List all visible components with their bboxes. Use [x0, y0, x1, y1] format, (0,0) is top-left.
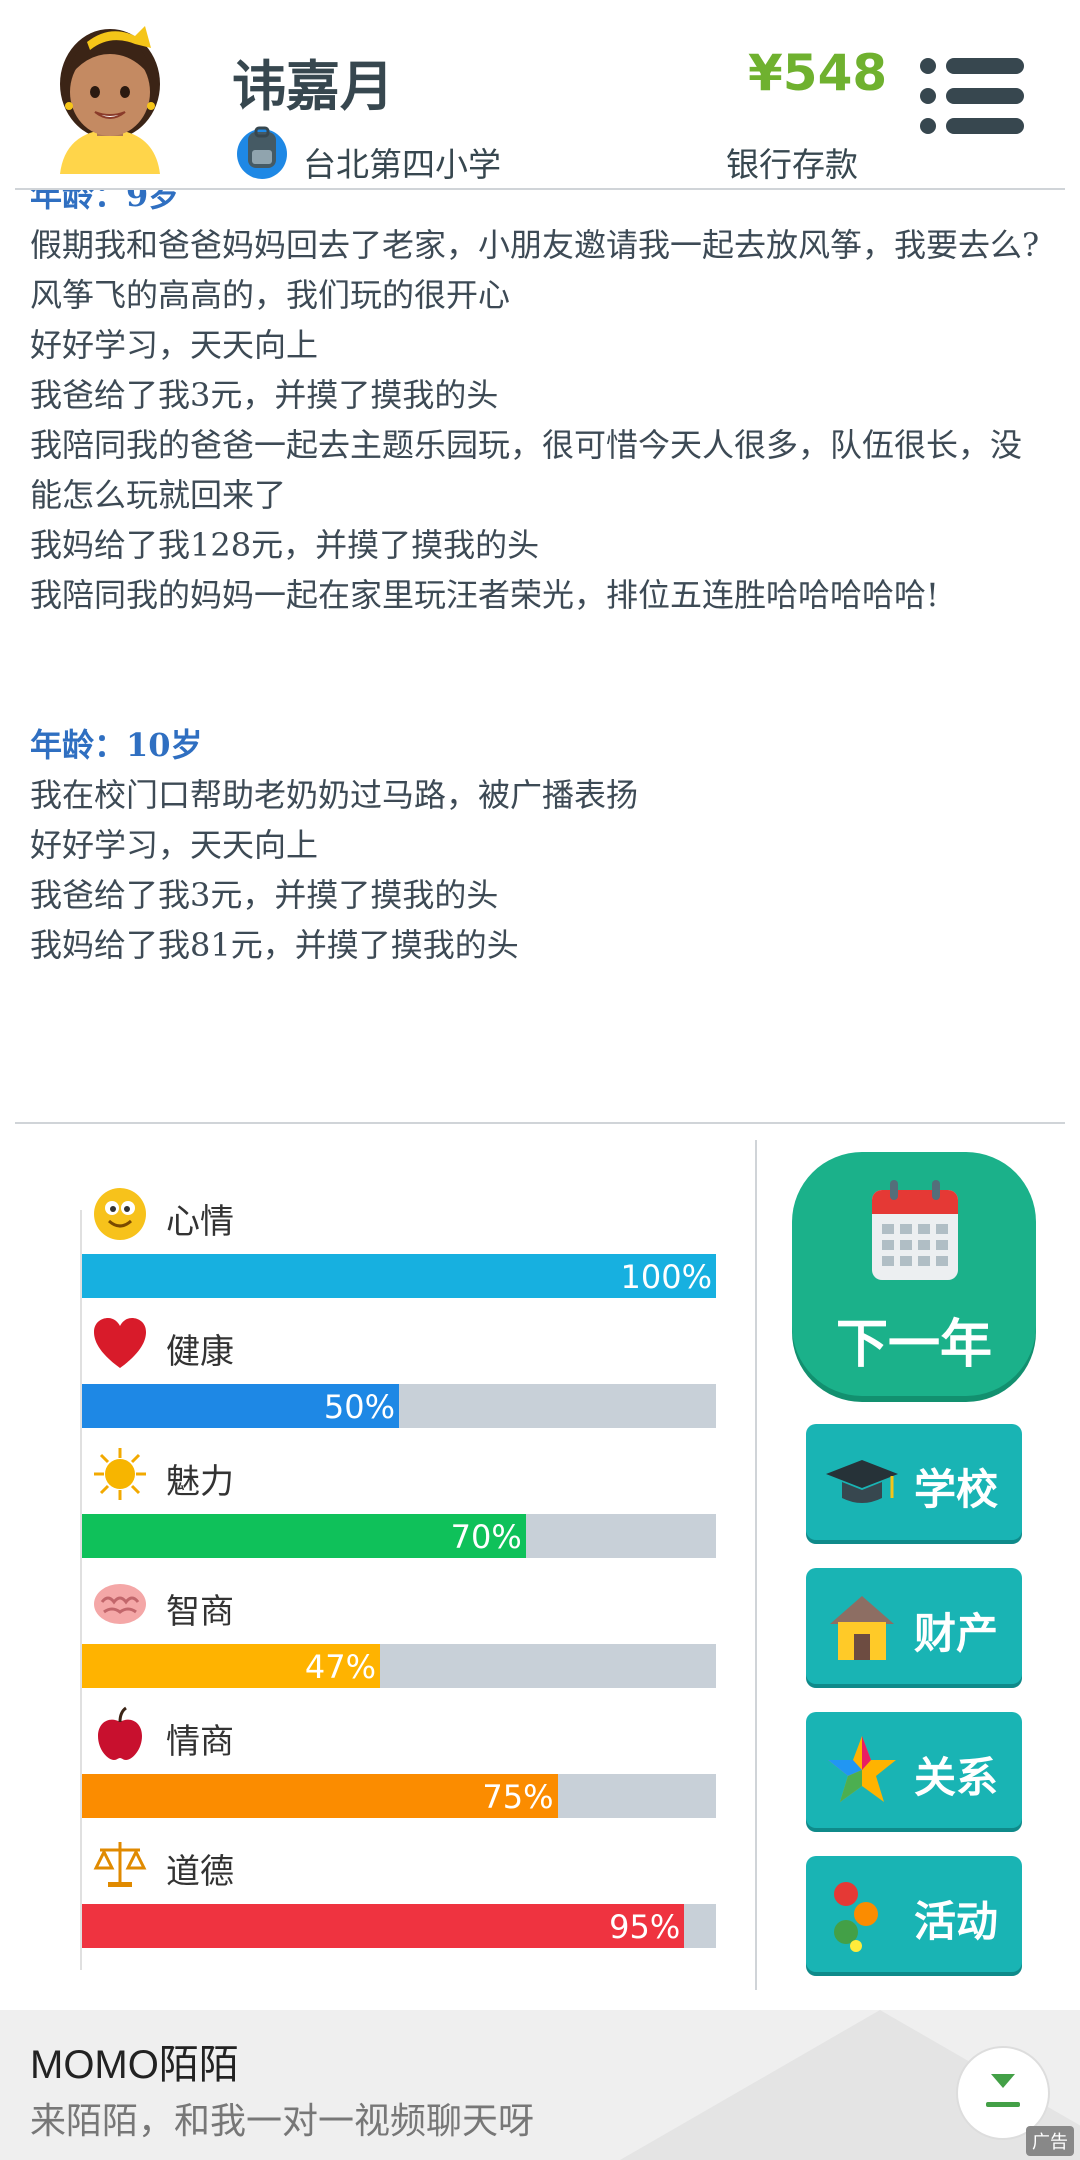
stat-bar-fill: 47% [82, 1644, 380, 1688]
stat-mood: 心情 100% [80, 1180, 720, 1310]
menu-icon[interactable] [918, 56, 1026, 136]
section-divider [15, 1122, 1065, 1124]
bank-balance-label: 银行存款 [726, 145, 858, 184]
graduation-cap-icon [826, 1460, 898, 1503]
next-year-button[interactable]: 下一年 [792, 1152, 1036, 1396]
stat-label: 健康 [166, 1332, 234, 1372]
player-name: 讳嘉月 [232, 55, 394, 118]
relations-button[interactable]: 关系 [806, 1712, 1022, 1828]
apple-icon [98, 1706, 142, 1760]
log-line: 我爸给了我3元，并摸了摸我的头 [30, 376, 499, 414]
age-title: 年龄：9岁 [30, 190, 181, 214]
age-title: 年龄：10岁 [30, 726, 203, 764]
stat-bar: 95% [82, 1904, 716, 1948]
stat-percent: 100% [620, 1258, 712, 1296]
bank-balance: ¥548 [748, 44, 888, 102]
ad-title: MOMO陌陌 [30, 2043, 239, 2087]
stat-label: 智商 [166, 1592, 234, 1632]
stat-label: 道德 [166, 1852, 234, 1892]
scales-icon [93, 1842, 147, 1887]
brain-icon [94, 1584, 146, 1624]
stat-iq: 智商 47% [80, 1570, 720, 1700]
stat-bar: 47% [82, 1644, 716, 1688]
school-button-label: 学校 [914, 1465, 999, 1514]
log-line: 好好学习，天天向上 [30, 826, 319, 864]
school-button[interactable]: 学校 [806, 1424, 1022, 1540]
stat-bar: 75% [82, 1774, 716, 1818]
stat-label: 情商 [166, 1722, 234, 1762]
stat-eq: 情商 75% [80, 1700, 720, 1830]
stat-bar-fill: 95% [82, 1904, 685, 1948]
panel-divider [755, 1140, 757, 1990]
stat-bar: 50% [82, 1384, 716, 1428]
school-bag-icon [237, 126, 287, 179]
ad-tag: 广告 [1026, 2126, 1074, 2156]
age-block: 年龄：10岁 我在校门口帮助老奶奶过马路，被广播表扬 好好学习，天天向上 我爸给… [30, 720, 1050, 970]
smiley-icon [94, 1188, 146, 1240]
log-line: 假期我和爸爸妈妈回去了老家，小朋友邀请我一起去放风筝，我要去么? [30, 226, 1040, 264]
stat-percent: 50% [323, 1388, 395, 1426]
ad-banner[interactable]: MOMO陌陌 来陌陌，和我一对一视频聊天呀 广告 [0, 2010, 1080, 2160]
school-name: 台北第四小学 [303, 145, 501, 184]
activities-button[interactable]: 活动 [806, 1856, 1022, 1972]
life-event-log[interactable]: 年龄：9岁 假期我和爸爸妈妈回去了老家，小朋友邀请我一起去放风筝，我要去么? 风… [0, 190, 1080, 1120]
attribute-stats: 心情 100% 健康 50% 魅力 70% 智商 47% 情商 75% 道德 9… [80, 1180, 720, 1960]
log-line: 我爸给了我3元，并摸了摸我的头 [30, 876, 499, 914]
star-people-icon [828, 1736, 896, 1802]
age-block: 年龄：9岁 假期我和爸爸妈妈回去了老家，小朋友邀请我一起去放风筝，我要去么? 风… [30, 190, 1050, 620]
log-line: 我陪同我的爸爸一起去主题乐园玩，很可惜今天人很多，队伍很长，没能怎么玩就回来了 [30, 426, 1023, 514]
stat-morality: 道德 95% [80, 1830, 720, 1960]
activities-button-label: 活动 [914, 1897, 999, 1946]
log-line: 我在校门口帮助老奶奶过马路，被广播表扬 [30, 776, 639, 814]
stat-health: 健康 50% [80, 1310, 720, 1440]
log-line: 我陪同我的妈妈一起在家里玩汪者荣光，排位五连胜哈哈哈哈哈! [30, 576, 939, 614]
stat-percent: 95% [609, 1908, 681, 1946]
property-button-label: 财产 [914, 1609, 999, 1658]
house-icon [830, 1596, 894, 1660]
sun-icon [94, 1448, 146, 1500]
next-year-label: 下一年 [835, 1315, 992, 1375]
stat-label: 心情 [166, 1202, 234, 1242]
stat-bar: 100% [82, 1254, 716, 1298]
stat-bar-fill: 75% [82, 1774, 558, 1818]
log-line: 风筝飞的高高的，我们玩的很开心 [30, 276, 511, 314]
stat-percent: 47% [304, 1648, 376, 1686]
stat-percent: 70% [450, 1518, 522, 1556]
log-line: 好好学习，天天向上 [30, 326, 319, 364]
property-button[interactable]: 财产 [806, 1568, 1022, 1684]
stat-label: 魅力 [166, 1462, 234, 1502]
profile-header: 讳嘉月 台北第四小学 ¥548 银行存款 [0, 0, 1080, 190]
stat-bar-fill: 50% [82, 1384, 399, 1428]
calendar-icon [872, 1180, 958, 1280]
heart-icon [94, 1318, 146, 1368]
stat-bar-fill: 100% [82, 1254, 716, 1298]
stat-percent: 75% [482, 1778, 554, 1816]
activity-dots-icon [834, 1882, 878, 1952]
stat-bar-fill: 70% [82, 1514, 526, 1558]
log-line: 我妈给了我81元，并摸了摸我的头 [30, 926, 519, 964]
stat-bar: 70% [82, 1514, 716, 1558]
avatar [60, 26, 160, 174]
log-line: 我妈给了我128元，并摸了摸我的头 [30, 526, 540, 564]
stat-charm: 魅力 70% [80, 1440, 720, 1570]
ad-subtitle: 来陌陌，和我一对一视频聊天呀 [30, 2101, 535, 2142]
relations-button-label: 关系 [914, 1753, 999, 1802]
